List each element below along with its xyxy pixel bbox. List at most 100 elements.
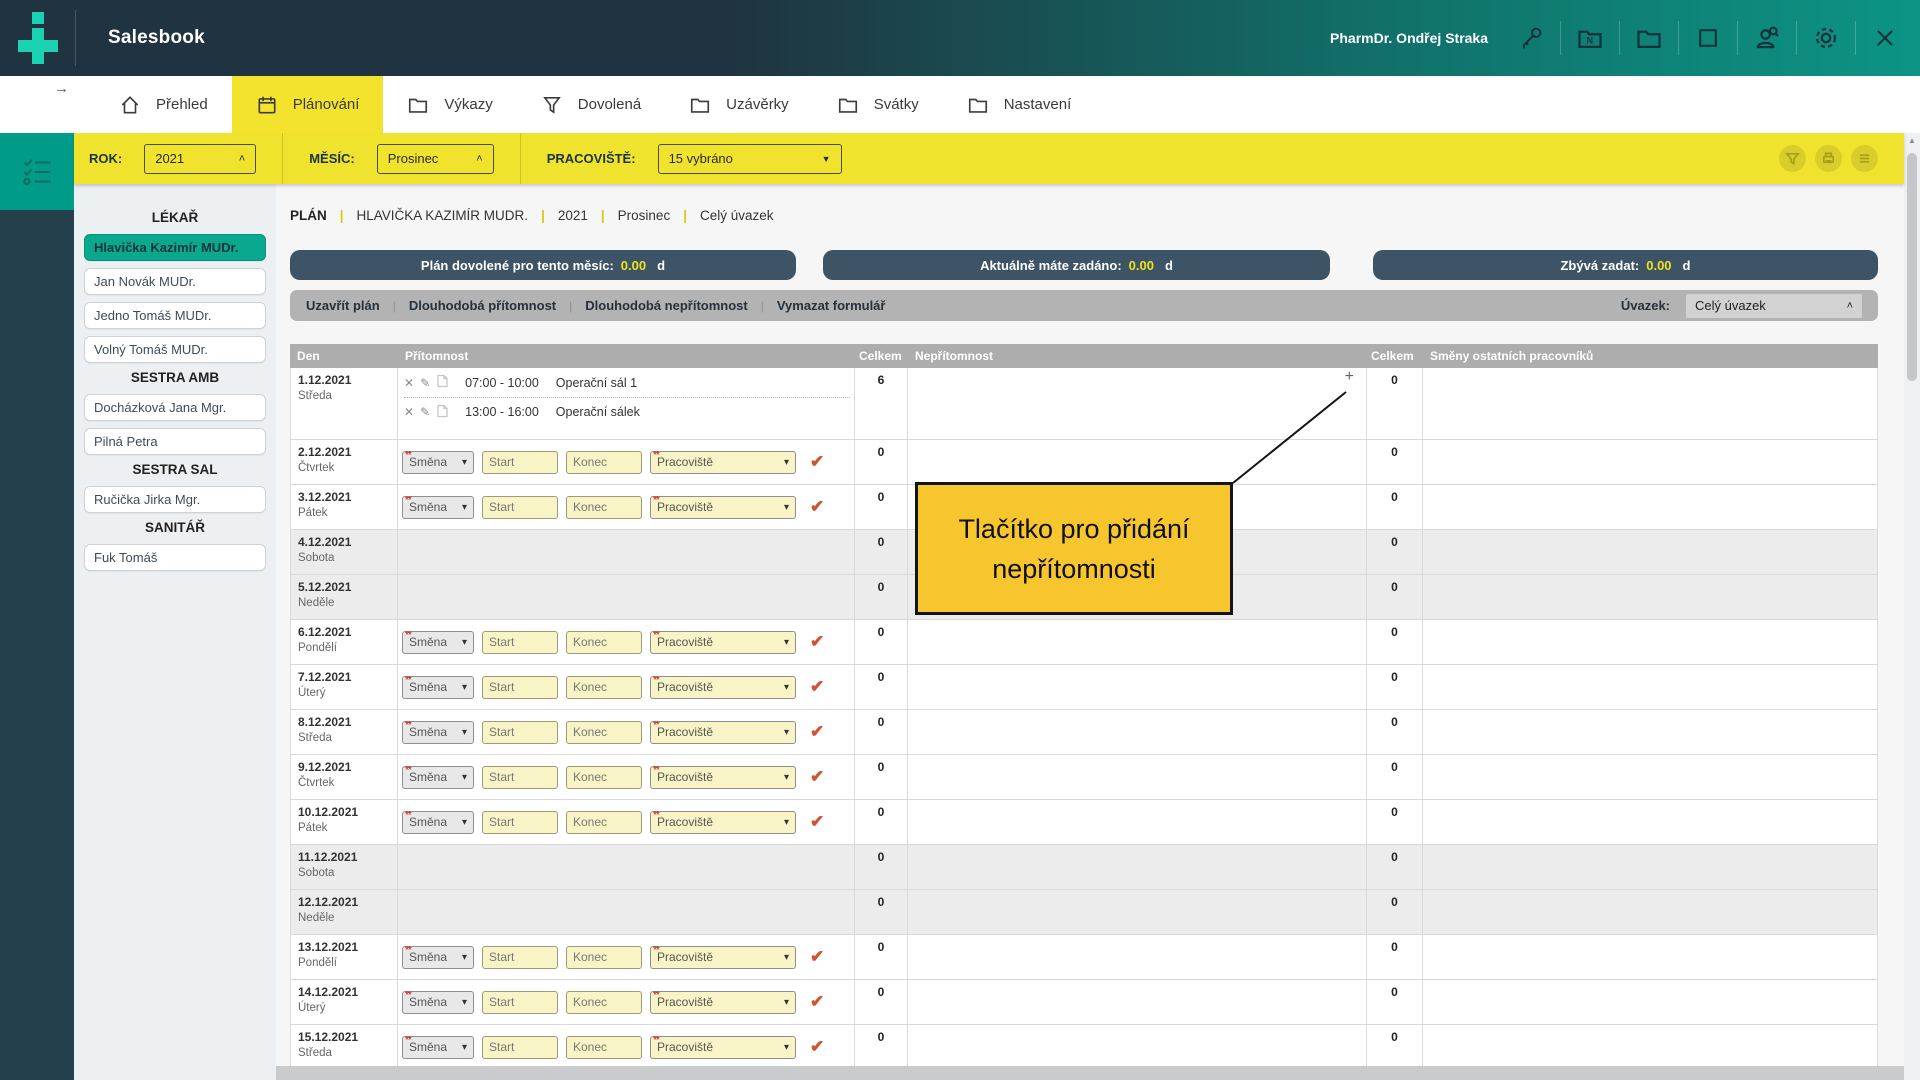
staff-item[interactable]: Docházková Jana Mgr. bbox=[84, 394, 266, 421]
edit-entry-icon[interactable]: ✎ bbox=[420, 376, 430, 390]
shift-type-select[interactable]: ** Směna ▾ bbox=[402, 676, 474, 699]
confirm-shift-icon[interactable]: ✔ bbox=[810, 947, 824, 967]
scroll-up-icon[interactable]: ▲ bbox=[1904, 136, 1920, 145]
rok-select[interactable]: 2021 ˄ bbox=[144, 144, 256, 174]
confirm-shift-icon[interactable]: ✔ bbox=[810, 767, 824, 787]
start-time-input[interactable] bbox=[482, 496, 558, 519]
other-shifts-cell bbox=[1423, 755, 1878, 799]
tab-vykazy[interactable]: Výkazy bbox=[383, 76, 516, 133]
staff-item[interactable]: Volný Tomáš MUDr. bbox=[84, 336, 266, 363]
workplace-select[interactable]: ** Pracoviště ▾ bbox=[650, 811, 796, 834]
staff-item[interactable]: Jedno Tomáš MUDr. bbox=[84, 302, 266, 329]
select-placeholder: Pracoviště bbox=[657, 725, 780, 739]
shift-type-select[interactable]: ** Směna ▾ bbox=[402, 766, 474, 789]
confirm-shift-icon[interactable]: ✔ bbox=[810, 632, 824, 652]
workplace-select[interactable]: ** Pracoviště ▾ bbox=[650, 721, 796, 744]
start-time-input[interactable] bbox=[482, 631, 558, 654]
copy-entry-icon[interactable] bbox=[436, 404, 449, 421]
end-time-input[interactable] bbox=[566, 631, 642, 654]
add-absence-button[interactable]: + bbox=[1345, 369, 1354, 385]
settings-icon[interactable] bbox=[1809, 21, 1843, 55]
shift-type-select[interactable]: ** Směna ▾ bbox=[402, 946, 474, 969]
end-time-input[interactable] bbox=[566, 451, 642, 474]
tab-uzaverky[interactable]: Uzávěrky bbox=[665, 76, 813, 133]
confirm-shift-icon[interactable]: ✔ bbox=[810, 452, 824, 472]
close-icon[interactable] bbox=[1868, 21, 1902, 55]
confirm-shift-icon[interactable]: ✔ bbox=[810, 992, 824, 1012]
start-time-input[interactable] bbox=[482, 766, 558, 789]
end-time-input[interactable] bbox=[566, 811, 642, 834]
edit-entry-icon[interactable]: ✎ bbox=[420, 405, 430, 419]
start-time-input[interactable] bbox=[482, 451, 558, 474]
confirm-shift-icon[interactable]: ✔ bbox=[810, 677, 824, 697]
mesic-select[interactable]: Prosinec ˄ bbox=[377, 144, 494, 174]
start-time-input[interactable] bbox=[482, 1036, 558, 1059]
staff-item[interactable]: Jan Novák MUDr. bbox=[84, 268, 266, 295]
select-placeholder: Směna bbox=[409, 950, 458, 964]
print-icon[interactable] bbox=[1815, 145, 1842, 172]
shift-type-select[interactable]: ** Směna ▾ bbox=[402, 991, 474, 1014]
tab-nastaveni[interactable]: Nastavení bbox=[943, 76, 1096, 133]
end-time-input[interactable] bbox=[566, 991, 642, 1014]
staff-item[interactable]: Fuk Tomáš bbox=[84, 544, 266, 571]
menu-icon[interactable] bbox=[1851, 145, 1878, 172]
window-icon[interactable] bbox=[1691, 21, 1725, 55]
confirm-shift-icon[interactable]: ✔ bbox=[810, 1037, 824, 1057]
forward-arrow-icon[interactable]: → bbox=[54, 80, 69, 97]
checklist-icon[interactable] bbox=[0, 133, 74, 210]
end-time-input[interactable] bbox=[566, 766, 642, 789]
pracoviste-select[interactable]: 15 vybráno ▼ bbox=[658, 144, 842, 174]
tab-svatky[interactable]: Svátky bbox=[813, 76, 943, 133]
copy-entry-icon[interactable] bbox=[436, 374, 449, 391]
tab-dovolena[interactable]: Dovolená bbox=[517, 76, 665, 133]
clear-form-button[interactable]: Vymazat formulář bbox=[777, 298, 886, 313]
workplace-select[interactable]: ** Pracoviště ▾ bbox=[650, 676, 796, 699]
start-time-input[interactable] bbox=[482, 676, 558, 699]
workplace-select[interactable]: ** Pracoviště ▾ bbox=[650, 631, 796, 654]
delete-entry-icon[interactable]: ✕ bbox=[404, 376, 414, 390]
workplace-select[interactable]: ** Pracoviště ▾ bbox=[650, 946, 796, 969]
horizontal-scrollbar[interactable] bbox=[276, 1066, 1904, 1080]
longterm-presence-button[interactable]: Dlouhodobá přítomnost bbox=[409, 298, 556, 313]
select-placeholder: Směna bbox=[409, 770, 458, 784]
confirm-shift-icon[interactable]: ✔ bbox=[810, 497, 824, 517]
user-search-icon[interactable] bbox=[1750, 21, 1784, 55]
shift-type-select[interactable]: ** Směna ▾ bbox=[402, 631, 474, 654]
workplace-select[interactable]: ** Pracoviště ▾ bbox=[650, 766, 796, 789]
key-icon[interactable] bbox=[1514, 21, 1548, 55]
filter-icon[interactable] bbox=[1779, 145, 1806, 172]
workplace-select[interactable]: ** Pracoviště ▾ bbox=[650, 1036, 796, 1059]
end-time-input[interactable] bbox=[566, 946, 642, 969]
longterm-absence-button[interactable]: Dlouhodobá nepřítomnost bbox=[585, 298, 747, 313]
start-time-input[interactable] bbox=[482, 991, 558, 1014]
uvazek-select[interactable]: Celý úvazek ˄ bbox=[1686, 294, 1862, 318]
shift-type-select[interactable]: ** Směna ▾ bbox=[402, 496, 474, 519]
confirm-shift-icon[interactable]: ✔ bbox=[810, 812, 824, 832]
end-time-input[interactable] bbox=[566, 676, 642, 699]
close-plan-button[interactable]: Uzavřít plán bbox=[306, 298, 380, 313]
workplace-select[interactable]: ** Pracoviště ▾ bbox=[650, 496, 796, 519]
start-time-input[interactable] bbox=[482, 811, 558, 834]
scrollbar-thumb[interactable] bbox=[1907, 153, 1917, 381]
staff-item[interactable]: Hlavička Kazimír MUDr. bbox=[84, 234, 266, 261]
delete-entry-icon[interactable]: ✕ bbox=[404, 405, 414, 419]
confirm-shift-icon[interactable]: ✔ bbox=[810, 722, 824, 742]
folder-new-icon[interactable]: N bbox=[1573, 21, 1607, 55]
tab-planovani[interactable]: Plánování bbox=[232, 76, 384, 133]
shift-type-select[interactable]: ** Směna ▾ bbox=[402, 721, 474, 744]
presence-cell: ** Směna ▾ ** Pracoviště ▾ ✔ bbox=[398, 1025, 855, 1069]
workplace-select[interactable]: ** Pracoviště ▾ bbox=[650, 451, 796, 474]
shift-type-select[interactable]: ** Směna ▾ bbox=[402, 811, 474, 834]
start-time-input[interactable] bbox=[482, 946, 558, 969]
staff-item[interactable]: Ručička Jirka Mgr. bbox=[84, 486, 266, 513]
end-time-input[interactable] bbox=[566, 1036, 642, 1059]
workplace-select[interactable]: ** Pracoviště ▾ bbox=[650, 991, 796, 1014]
shift-type-select[interactable]: ** Směna ▾ bbox=[402, 1036, 474, 1059]
end-time-input[interactable] bbox=[566, 721, 642, 744]
tab-prehled[interactable]: Přehled bbox=[95, 76, 232, 133]
end-time-input[interactable] bbox=[566, 496, 642, 519]
start-time-input[interactable] bbox=[482, 721, 558, 744]
staff-item[interactable]: Pilná Petra bbox=[84, 428, 266, 455]
folder-icon[interactable] bbox=[1632, 21, 1666, 55]
shift-type-select[interactable]: ** Směna ▾ bbox=[402, 451, 474, 474]
